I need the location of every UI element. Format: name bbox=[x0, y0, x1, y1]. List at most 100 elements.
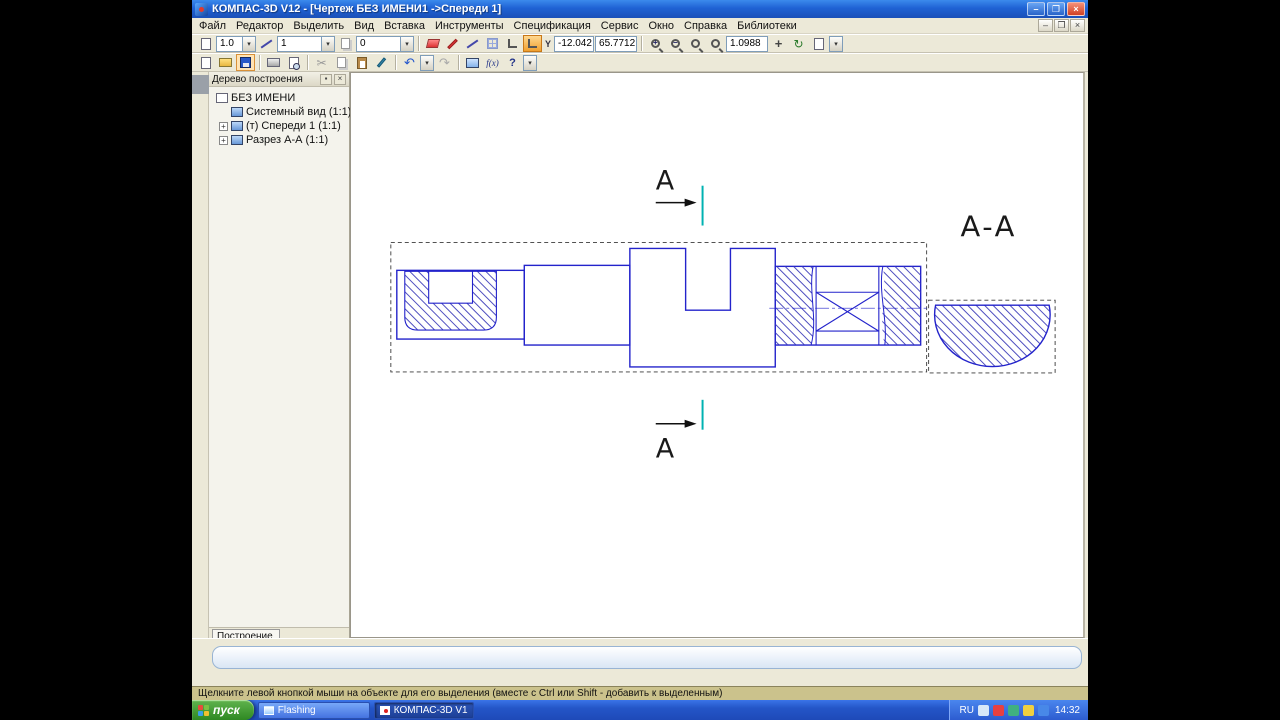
menu-help[interactable]: Справка bbox=[679, 18, 732, 33]
tree-item-root[interactable]: БЕЗ ИМЕНИ bbox=[209, 91, 349, 105]
marker-button[interactable] bbox=[443, 35, 462, 52]
segment-button[interactable] bbox=[463, 35, 482, 52]
menu-service[interactable]: Сервис bbox=[596, 18, 644, 33]
show-page-button[interactable] bbox=[809, 35, 828, 52]
layers-icon bbox=[341, 38, 350, 49]
pan-button[interactable]: + bbox=[769, 35, 788, 52]
grid-toggle-button[interactable] bbox=[483, 35, 502, 52]
line-color-button[interactable] bbox=[257, 35, 276, 52]
toolbar-options-chevron[interactable] bbox=[829, 36, 843, 52]
windows-flag-icon bbox=[198, 705, 209, 716]
zoom-area-button[interactable] bbox=[686, 35, 705, 52]
cross-hole-lines bbox=[816, 266, 879, 345]
zoom-window-button[interactable] bbox=[646, 35, 665, 52]
menu-libraries[interactable]: Библиотеки bbox=[732, 18, 802, 33]
menu-specification[interactable]: Спецификация bbox=[509, 18, 596, 33]
toolbar-options-chevron[interactable] bbox=[523, 55, 537, 71]
menu-editor[interactable]: Редактор bbox=[231, 18, 288, 33]
restore-button[interactable]: ❐ bbox=[1047, 2, 1065, 16]
property-bar-field[interactable] bbox=[212, 646, 1082, 669]
print-preview-button[interactable] bbox=[284, 54, 303, 71]
separator bbox=[307, 55, 308, 70]
close-button[interactable]: × bbox=[1067, 2, 1085, 16]
expand-icon[interactable]: + bbox=[219, 122, 228, 131]
redo-button[interactable]: ↷ bbox=[435, 54, 454, 71]
redo-arrow-icon: ↷ bbox=[439, 55, 450, 71]
whats-this-button[interactable]: ? bbox=[503, 54, 522, 71]
snap-toggle-button[interactable] bbox=[523, 35, 542, 52]
menu-insert[interactable]: Вставка bbox=[379, 18, 430, 33]
status-hint-bar: Щелкните левой кнопкой мыши на объекте д… bbox=[192, 686, 1088, 700]
cut-button[interactable]: ✂ bbox=[312, 54, 331, 71]
compact-panel bbox=[192, 72, 209, 645]
expand-icon[interactable]: + bbox=[219, 136, 228, 145]
scale-field[interactable]: 1.0988 bbox=[726, 36, 768, 52]
copy-button[interactable] bbox=[332, 54, 351, 71]
mdi-close-button[interactable]: × bbox=[1070, 19, 1085, 32]
tray-icon[interactable] bbox=[1023, 705, 1034, 716]
refresh-view-button[interactable]: ↻ bbox=[789, 35, 808, 52]
zoom-out-icon bbox=[671, 39, 680, 48]
coord-x-field[interactable]: -12.042 bbox=[554, 36, 594, 52]
close-icon[interactable]: × bbox=[334, 74, 346, 85]
paste-button[interactable] bbox=[352, 54, 371, 71]
coord-y-field[interactable]: 65.7712 bbox=[595, 36, 637, 52]
new-document-button[interactable] bbox=[196, 54, 215, 71]
menu-view[interactable]: Вид bbox=[349, 18, 379, 33]
document-icon bbox=[201, 38, 211, 50]
tray-icon[interactable] bbox=[978, 705, 989, 716]
document-settings-button[interactable] bbox=[196, 35, 215, 52]
chevron-down-icon[interactable] bbox=[400, 36, 414, 52]
tray-icon[interactable] bbox=[1038, 705, 1049, 716]
tree-header: Дерево построения ▪ × bbox=[209, 72, 349, 87]
layer-combo[interactable]: 1 bbox=[277, 36, 335, 52]
tree-item-system-view[interactable]: Системный вид (1:1) bbox=[209, 105, 349, 119]
angle-value: 0 bbox=[356, 36, 400, 52]
eraser-button[interactable] bbox=[423, 35, 442, 52]
screen: КОМПАС-3D V12 - [Чертеж БЕЗ ИМЕНИ1 ->Спе… bbox=[0, 0, 1280, 720]
menu-tools[interactable]: Инструменты bbox=[430, 18, 509, 33]
ortho-button[interactable] bbox=[503, 35, 522, 52]
hatch-zone-right bbox=[882, 266, 920, 345]
view-icon bbox=[231, 135, 243, 145]
drawing-canvas[interactable]: А А А-А bbox=[350, 72, 1085, 638]
show-document-button[interactable] bbox=[463, 54, 482, 71]
minimize-button[interactable]: – bbox=[1027, 2, 1045, 16]
undo-button[interactable]: ↶ bbox=[400, 54, 419, 71]
angle-combo[interactable]: 0 bbox=[356, 36, 414, 52]
pin-icon[interactable]: ▪ bbox=[320, 74, 332, 85]
status-hint-text: Щелкните левой кнопкой мыши на объекте д… bbox=[198, 688, 722, 699]
view-icon bbox=[231, 121, 243, 131]
mdi-restore-button[interactable]: ❐ bbox=[1054, 19, 1069, 32]
line-style-combo[interactable]: 1.0 bbox=[216, 36, 256, 52]
chevron-down-icon[interactable] bbox=[321, 36, 335, 52]
layers-button[interactable] bbox=[336, 35, 355, 52]
zoom-all-button[interactable] bbox=[706, 35, 725, 52]
drawing-svg: А А А-А bbox=[351, 73, 1083, 637]
menu-window[interactable]: Окно bbox=[643, 18, 679, 33]
coordinate-axis-icon: Y bbox=[543, 39, 553, 49]
tree-item-section-view[interactable]: + Разрез А-А (1:1) bbox=[209, 133, 349, 147]
menu-file[interactable]: Файл bbox=[194, 18, 231, 33]
tree-item-front-view[interactable]: + (т) Спереди 1 (1:1) bbox=[209, 119, 349, 133]
zoom-out-button[interactable] bbox=[666, 35, 685, 52]
variables-button[interactable]: f(x) bbox=[483, 54, 502, 71]
separator bbox=[458, 55, 459, 70]
mdi-minimize-button[interactable]: – bbox=[1038, 19, 1053, 32]
undo-history-chevron[interactable] bbox=[420, 55, 434, 71]
taskbar-task-kompas[interactable]: КОМПАС-3D V12 - [Ч... bbox=[374, 702, 474, 719]
start-button[interactable]: пуск bbox=[192, 700, 254, 720]
eraser-icon bbox=[425, 39, 439, 48]
tray-icon[interactable] bbox=[1008, 705, 1019, 716]
menu-select[interactable]: Выделить bbox=[288, 18, 349, 33]
open-document-button[interactable] bbox=[216, 54, 235, 71]
chevron-down-icon[interactable] bbox=[242, 36, 256, 52]
tray-icon[interactable] bbox=[993, 705, 1004, 716]
save-button[interactable] bbox=[236, 54, 255, 71]
hatch-zone-left bbox=[775, 266, 813, 345]
print-button[interactable] bbox=[264, 54, 283, 71]
language-indicator[interactable]: RU bbox=[960, 705, 974, 716]
copy-properties-button[interactable] bbox=[372, 54, 391, 71]
refresh-icon: ↻ bbox=[793, 37, 803, 51]
taskbar-task-flashing[interactable]: Flashing bbox=[258, 702, 370, 719]
